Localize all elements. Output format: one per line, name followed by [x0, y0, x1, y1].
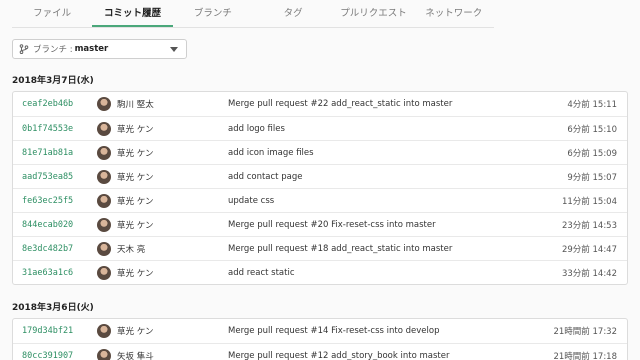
commit-message[interactable]: Merge pull request #18 add_react_static … — [228, 244, 535, 254]
tab-branches[interactable]: ブランチ — [173, 0, 253, 27]
commit-time: 21時間前 17:18 — [553, 351, 617, 360]
avatar — [97, 217, 111, 232]
author-name: 天木 亮 — [117, 244, 146, 255]
commit-row[interactable]: 31ae63a1c6 草光 ケン add react static 33分前 1… — [13, 260, 627, 284]
commit-table: ceaf2eb46b 駒川 堅太 Merge pull request #22 … — [12, 91, 628, 285]
commit-author: 草光 ケン — [97, 193, 228, 208]
avatar — [97, 97, 111, 111]
branch-selector[interactable]: ブランチ : master — [12, 39, 187, 59]
tab-commit-history[interactable]: コミット履歴 — [92, 0, 173, 27]
commit-author: 草光 ケン — [97, 265, 228, 280]
author-name: 草光 ケン — [117, 172, 154, 183]
commit-hash-link[interactable]: 0b1f74553e — [13, 124, 97, 134]
commit-message[interactable]: Merge pull request #20 Fix-reset-css int… — [228, 220, 535, 230]
commit-time: 29分前 14:47 — [561, 244, 617, 255]
commit-hash-link[interactable]: 81e71ab81a — [13, 148, 97, 158]
commit-hash-link[interactable]: 179d34bf21 — [13, 326, 97, 336]
commit-message[interactable]: update css — [228, 196, 535, 206]
author-name: 矢坂 隼斗 — [117, 351, 154, 360]
commit-message[interactable]: Merge pull request #14 Fix-reset-css int… — [228, 326, 535, 336]
commit-author: 天木 亮 — [97, 241, 228, 256]
commit-row[interactable]: aad753ea85 草光 ケン add contact page 9分前 15… — [13, 164, 627, 188]
commit-message[interactable]: add contact page — [228, 172, 535, 182]
commit-time: 23分前 14:53 — [561, 220, 617, 231]
commit-author: 矢坂 隼斗 — [97, 348, 228, 360]
avatar — [97, 265, 111, 280]
commit-hash-link[interactable]: ceaf2eb46b — [13, 99, 97, 109]
author-name: 草光 ケン — [117, 268, 154, 279]
commit-row[interactable]: 81e71ab81a 草光 ケン add icon image files 6分… — [13, 140, 627, 164]
commit-message[interactable]: add logo files — [228, 124, 535, 134]
date-heading: 2018年3月6日(火) — [12, 303, 94, 313]
avatar — [97, 121, 111, 136]
tab-tags[interactable]: タグ — [253, 0, 333, 27]
commit-time: 33分前 14:42 — [561, 268, 617, 279]
commit-hash-link[interactable]: aad753ea85 — [13, 172, 97, 182]
commit-row[interactable]: fe63ec25f5 草光 ケン update css 11分前 15:04 — [13, 188, 627, 212]
author-name: 駒川 堅太 — [117, 100, 154, 110]
tab-pull-requests[interactable]: プルリクエスト — [333, 0, 413, 27]
commit-author: 草光 ケン — [97, 217, 228, 232]
commit-row[interactable]: 8e3dc482b7 天木 亮 Merge pull request #18 a… — [13, 236, 627, 260]
tab-network[interactable]: ネットワーク — [414, 0, 494, 27]
author-name: 草光 ケン — [117, 196, 154, 207]
commit-hash-link[interactable]: 31ae63a1c6 — [13, 268, 97, 278]
commit-hash-link[interactable]: 80cc391907 — [13, 351, 97, 360]
commit-hash-link[interactable]: 844ecab020 — [13, 220, 97, 230]
commit-row[interactable]: 0b1f74553e 草光 ケン add logo files 6分前 15:1… — [13, 116, 627, 140]
commit-message[interactable]: add icon image files — [228, 148, 535, 158]
commit-time: 4分前 15:11 — [567, 100, 617, 110]
commit-author: 草光 ケン — [97, 145, 228, 160]
commit-author: 草光 ケン — [97, 169, 228, 184]
avatar — [97, 324, 111, 338]
avatar — [97, 241, 111, 256]
commit-author: 草光 ケン — [97, 121, 228, 136]
commit-author: 駒川 堅太 — [97, 97, 228, 111]
avatar — [97, 193, 111, 208]
avatar — [97, 169, 111, 184]
branch-icon — [19, 44, 29, 54]
commit-hash-link[interactable]: 8e3dc482b7 — [13, 244, 97, 254]
commit-message[interactable]: add react static — [228, 268, 535, 278]
date-heading: 2018年3月7日(水) — [12, 76, 94, 86]
commit-time: 21時間前 17:32 — [553, 327, 617, 337]
avatar — [97, 348, 111, 360]
commit-row[interactable]: 844ecab020 草光 ケン Merge pull request #20 … — [13, 212, 627, 236]
commit-message[interactable]: Merge pull request #22 add_react_static … — [228, 99, 535, 109]
author-name: 草光 ケン — [117, 220, 154, 231]
commit-row[interactable]: 80cc391907 矢坂 隼斗 Merge pull request #12 … — [13, 343, 627, 360]
commit-hash-link[interactable]: fe63ec25f5 — [13, 196, 97, 206]
author-name: 草光 ケン — [117, 327, 154, 337]
tab-bar: ファイル コミット履歴 ブランチ タグ プルリクエスト ネットワーク — [12, 0, 494, 28]
commit-message[interactable]: Merge pull request #12 add_story_book in… — [228, 351, 535, 360]
branch-label: ブランチ : — [33, 45, 73, 55]
commit-author: 草光 ケン — [97, 324, 228, 338]
tab-files[interactable]: ファイル — [12, 0, 92, 27]
chevron-down-icon — [170, 46, 178, 52]
commit-row[interactable]: 179d34bf21 草光 ケン Merge pull request #14 … — [13, 319, 627, 343]
branch-value: master — [74, 44, 109, 54]
commit-time: 11分前 15:04 — [561, 196, 617, 207]
commit-time: 9分前 15:07 — [567, 172, 617, 183]
commit-table: 179d34bf21 草光 ケン Merge pull request #14 … — [12, 318, 628, 360]
commit-row[interactable]: ceaf2eb46b 駒川 堅太 Merge pull request #22 … — [13, 92, 627, 116]
author-name: 草光 ケン — [117, 148, 154, 159]
author-name: 草光 ケン — [117, 124, 154, 135]
commit-time: 6分前 15:10 — [567, 124, 617, 135]
commit-time: 6分前 15:09 — [567, 148, 617, 159]
avatar — [97, 145, 111, 160]
